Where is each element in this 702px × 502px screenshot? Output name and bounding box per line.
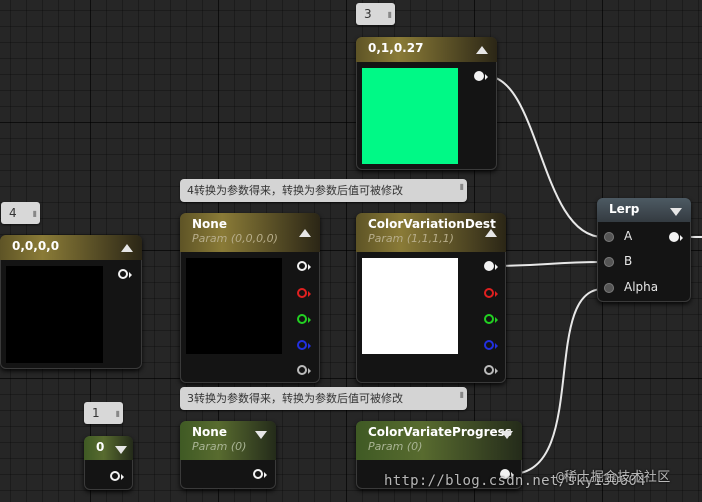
collapse-arrow-icon[interactable]	[115, 446, 127, 454]
input-pin-b[interactable]	[604, 257, 614, 267]
pin-icon: ▮	[459, 390, 464, 399]
lerp-node[interactable]: Lerp A B Alpha	[597, 198, 691, 302]
node-subtitle: Param (0)	[368, 440, 423, 453]
pin-icon: ▮	[387, 10, 392, 19]
collapse-arrow-icon[interactable]	[299, 229, 311, 237]
node-header[interactable]: None Param (0)	[180, 421, 276, 460]
vector-parameter-node[interactable]: ColorVariationDest Param (1,1,1,1)	[356, 213, 506, 383]
node-comment-bubble[interactable]: 4转换为参数得来，转换为参数后值可被修改 ▮	[180, 179, 467, 202]
node-header[interactable]: 0,0,0,0	[0, 235, 142, 260]
color-preview-swatch	[362, 258, 458, 354]
blue-output-pin[interactable]	[484, 340, 498, 350]
node-index-badge: 3 ▮	[356, 3, 395, 25]
vector-parameter-node[interactable]: None Param (0,0,0,0)	[180, 213, 320, 383]
constant3vector-node[interactable]: 0,1,0.27	[356, 37, 497, 170]
node-header[interactable]: None Param (0,0,0,0)	[180, 213, 320, 252]
collapse-arrow-icon[interactable]	[670, 208, 682, 216]
pin-icon: ▮	[115, 409, 120, 418]
collapse-arrow-icon[interactable]	[255, 431, 267, 439]
node-comment-bubble[interactable]: 3转换为参数得来，转换为参数后值可被修改 ▮	[180, 387, 467, 410]
wire-colordest-to-lerp-b	[489, 261, 604, 267]
badge-label: 3	[364, 7, 372, 21]
node-index-badge: 1 ▮	[84, 402, 123, 424]
node-title: Lerp	[609, 202, 640, 216]
node-header[interactable]: ColorVariationDest Param (1,1,1,1)	[356, 213, 506, 252]
scalar-output-pin[interactable]	[110, 471, 124, 481]
red-output-pin[interactable]	[297, 288, 311, 298]
alpha-output-pin[interactable]	[297, 365, 311, 375]
node-title: 0,1,0.27	[368, 41, 424, 55]
input-label-b: B	[624, 254, 633, 268]
node-title: None	[192, 217, 227, 231]
input-label-a: A	[624, 229, 633, 243]
input-pin-a[interactable]	[604, 232, 614, 242]
node-header[interactable]: 0,1,0.27	[356, 37, 497, 62]
blue-output-pin[interactable]	[297, 340, 311, 350]
lerp-output-pin[interactable]	[669, 232, 683, 242]
color-preview-swatch	[186, 258, 282, 354]
pin-icon: ▮	[459, 182, 464, 191]
comment-text: 3转换为参数得来，转换为参数后值可被修改	[187, 392, 403, 405]
node-title: None	[192, 425, 227, 439]
collapse-arrow-icon[interactable]	[121, 244, 133, 252]
red-output-pin[interactable]	[484, 288, 498, 298]
collapse-arrow-icon[interactable]	[485, 229, 497, 237]
node-title: ColorVariationDest	[368, 217, 496, 231]
input-pin-alpha[interactable]	[604, 283, 614, 293]
input-label-alpha: Alpha	[624, 280, 659, 294]
node-title: 0	[96, 440, 105, 454]
rgba-output-pin[interactable]	[118, 269, 132, 279]
badge-label: 4	[9, 206, 17, 220]
node-subtitle: Param (1,1,1,1)	[368, 232, 454, 245]
node-header[interactable]: ColorVariateProgress Param (0)	[356, 421, 522, 460]
node-title: 0,0,0,0	[12, 239, 60, 253]
rgb-output-pin[interactable]	[484, 261, 498, 271]
color-preview-swatch	[6, 266, 103, 363]
collapse-arrow-icon[interactable]	[476, 46, 488, 54]
badge-label: 1	[92, 406, 100, 420]
collapse-arrow-icon[interactable]	[501, 431, 513, 439]
comment-text: 4转换为参数得来，转换为参数后值可被修改	[187, 184, 403, 197]
constant4vector-node[interactable]: 0,0,0,0	[0, 235, 142, 369]
node-subtitle: Param (0,0,0,0)	[192, 232, 278, 245]
wire-const3-to-lerp-a	[485, 75, 604, 238]
alpha-output-pin[interactable]	[484, 365, 498, 375]
scalar-output-pin[interactable]	[253, 469, 267, 479]
scalar-parameter-node[interactable]: None Param (0)	[180, 421, 276, 489]
node-index-badge: 4 ▮	[1, 202, 40, 224]
pin-icon: ▮	[32, 209, 37, 218]
green-output-pin[interactable]	[484, 314, 498, 324]
rgb-output-pin[interactable]	[297, 261, 311, 271]
node-header[interactable]: Lerp	[597, 198, 691, 222]
rgb-output-pin[interactable]	[474, 71, 488, 81]
node-title: ColorVariateProgress	[368, 425, 512, 439]
node-header[interactable]: 0	[84, 436, 133, 460]
constant-scalar-node[interactable]: 0	[84, 436, 133, 490]
color-preview-swatch	[362, 68, 458, 164]
node-subtitle: Param (0)	[192, 440, 247, 453]
green-output-pin[interactable]	[297, 314, 311, 324]
wire-progress-to-lerp-alpha	[510, 288, 604, 475]
watermark-site: @稀土掘金技术社区	[556, 470, 671, 485]
